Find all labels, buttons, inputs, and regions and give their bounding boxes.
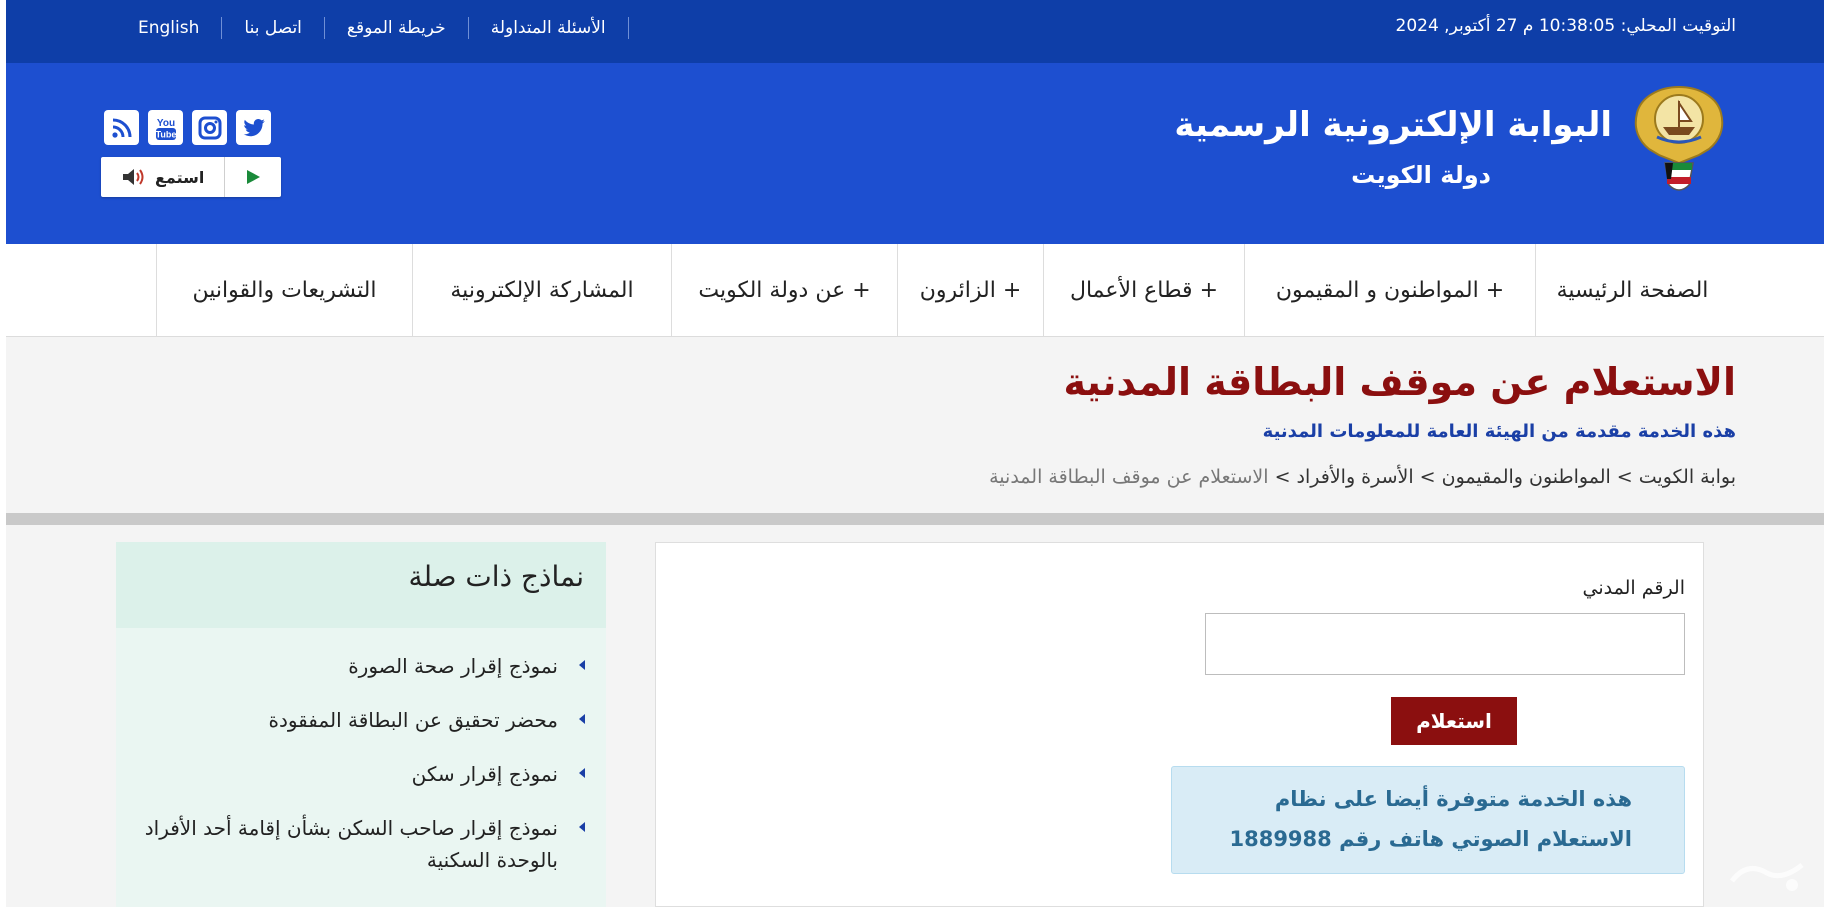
play-icon — [247, 170, 261, 184]
sidebar-header: نماذج ذات صلة — [116, 542, 606, 628]
top-links: الأسئلة المتداولة خريطة الموقع اتصل بنا … — [116, 17, 629, 39]
nav-about-kuwait[interactable]: عن دولة الكويت + — [671, 244, 897, 336]
sitemap-link[interactable]: خريطة الموقع — [325, 18, 468, 38]
svg-text:Tube: Tube — [155, 129, 176, 139]
list-item-label[interactable]: نموذج إقرار سكن — [412, 758, 558, 790]
twitter-icon[interactable] — [236, 110, 271, 145]
site-header: البوابة الإلكترونية الرسمية دولة الكويت … — [6, 63, 1824, 244]
nav-items: الصفحة الرئيسية المواطنون و المقيمون + ق… — [156, 244, 1729, 336]
caret-left-icon — [558, 758, 606, 779]
list-item[interactable]: محضر تحقيق عن البطاقة المفقودة — [116, 704, 606, 736]
sidebar-title: نماذج ذات صلة — [408, 560, 584, 593]
civil-id-label: الرقم المدني — [1582, 577, 1685, 599]
breadcrumb: بوابة الكويت > المواطنون والمقيمون > الأ… — [989, 466, 1736, 488]
breadcrumb-path[interactable]: بوابة الكويت > المواطنون والمقيمون > الأ… — [1269, 466, 1736, 488]
top-bar: التوقيت المحلي: 10:38:05 م 27 أكتوبر, 20… — [6, 0, 1824, 63]
list-item[interactable]: نموذج إقرار صحة الصورة — [116, 650, 606, 682]
site-title: البوابة الإلكترونية الرسمية — [1174, 105, 1612, 145]
related-forms-list: نموذج إقرار صحة الصورة محضر تحقيق عن الب… — [116, 650, 606, 898]
svg-text:You: You — [156, 118, 174, 129]
nav-e-participation[interactable]: المشاركة الإلكترونية — [412, 244, 671, 336]
rss-icon[interactable] — [104, 110, 139, 145]
divider — [627, 17, 629, 39]
info-phone-number: 1889988 — [1229, 827, 1332, 851]
inquiry-button[interactable]: استعلام — [1391, 697, 1517, 745]
caret-left-icon — [558, 704, 606, 725]
youtube-icon[interactable]: You Tube — [148, 110, 183, 145]
list-item-label[interactable]: نموذج إقرار صاحب السكن بشأن إقامة أحد ال… — [128, 812, 558, 876]
nav-legislation[interactable]: التشريعات والقوانين — [156, 244, 412, 336]
nav-business[interactable]: قطاع الأعمال + — [1043, 244, 1244, 336]
nav-visitors[interactable]: الزائرون + — [897, 244, 1043, 336]
listen-label: استمع — [154, 167, 205, 187]
list-item[interactable]: نموذج إقرار سكن — [116, 758, 606, 790]
page-frame: التوقيت المحلي: 10:38:05 م 27 أكتوبر, 20… — [6, 0, 1824, 907]
caret-left-icon — [558, 812, 606, 833]
related-forms-sidebar: نماذج ذات صلة نموذج إقرار صحة الصورة محض… — [116, 542, 606, 907]
list-item-label[interactable]: محضر تحقيق عن البطاقة المفقودة — [268, 704, 558, 736]
listen-widget[interactable]: استمع — [101, 157, 281, 197]
nav-home[interactable]: الصفحة الرئيسية — [1535, 244, 1729, 336]
speaker-icon — [122, 169, 144, 185]
page-subtitle: هذه الخدمة مقدمة من الهيئة العامة للمعلو… — [1262, 421, 1736, 442]
site-subtitle: دولة الكويت — [1351, 161, 1491, 189]
inquiry-form: الرقم المدني استعلام هذه الخدمة متوفرة أ… — [655, 542, 1704, 907]
watermark-logo-icon — [1730, 863, 1804, 891]
social-icons: You Tube — [104, 110, 271, 145]
main-nav: الصفحة الرئيسية المواطنون و المقيمون + ق… — [6, 244, 1824, 337]
listen-button[interactable]: استمع — [101, 157, 226, 197]
divider — [6, 513, 1824, 525]
play-button[interactable] — [225, 157, 281, 197]
list-item[interactable]: نموذج إقرار صاحب السكن بشأن إقامة أحد ال… — [116, 812, 606, 876]
caret-left-icon — [558, 650, 606, 671]
instagram-icon[interactable] — [192, 110, 227, 145]
local-time: التوقيت المحلي: 10:38:05 م 27 أكتوبر, 20… — [1395, 16, 1736, 36]
english-link[interactable]: English — [116, 18, 221, 38]
breadcrumb-current: الاستعلام عن موقف البطاقة المدنية — [989, 466, 1269, 488]
page-title: الاستعلام عن موقف البطاقة المدنية — [1063, 360, 1736, 404]
faq-link[interactable]: الأسئلة المتداولة — [469, 18, 628, 38]
civil-id-input[interactable] — [1205, 613, 1685, 675]
kuwait-emblem-icon[interactable] — [1629, 83, 1729, 199]
nav-citizens[interactable]: المواطنون و المقيمون + — [1244, 244, 1535, 336]
info-box: هذه الخدمة متوفرة أيضا على نظام الاستعلا… — [1171, 766, 1685, 874]
list-item-label[interactable]: نموذج إقرار صحة الصورة — [348, 650, 558, 682]
contact-link[interactable]: اتصل بنا — [222, 18, 324, 38]
